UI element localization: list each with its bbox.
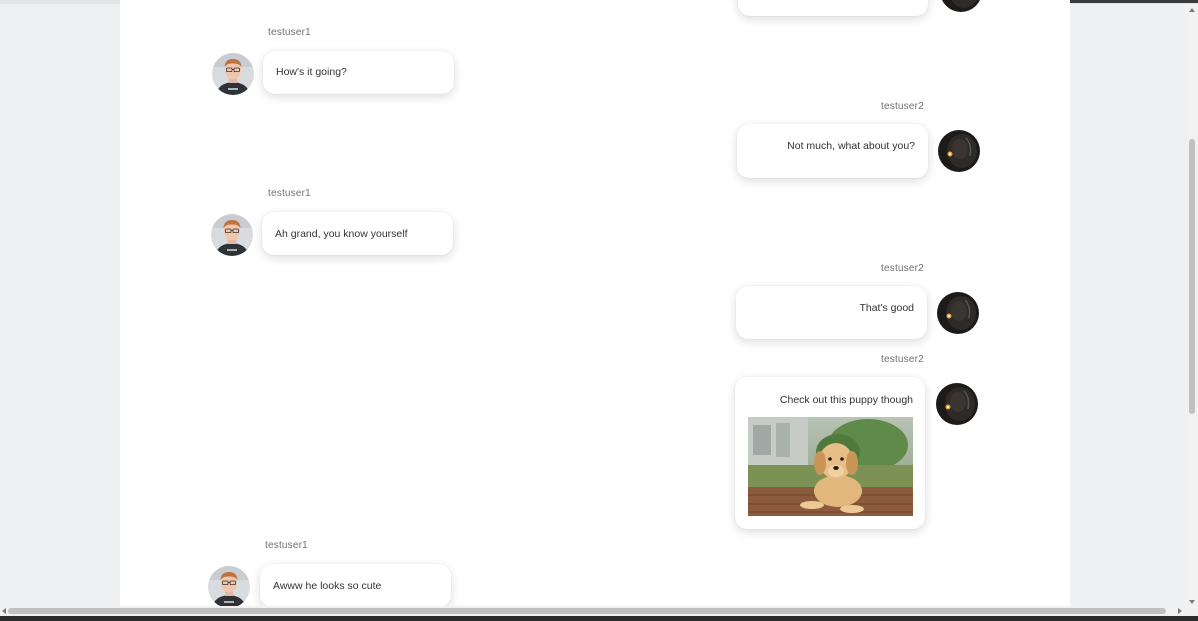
scroll-right-icon[interactable]	[1178, 608, 1182, 614]
message-bubble: Not much, what about you?	[737, 124, 928, 178]
message-bubble-with-image: Check out this puppy though	[735, 377, 925, 529]
message-text: How's it going?	[276, 66, 347, 78]
message-text: That's good	[859, 302, 914, 314]
message-username: testuser2	[881, 101, 924, 112]
horizontal-scrollbar[interactable]	[0, 606, 1186, 616]
message-text: Ah grand, you know yourself	[275, 228, 408, 240]
message-bubble: How's it going?	[263, 51, 454, 94]
message-username: testuser1	[268, 188, 311, 199]
user-avatar-icon	[211, 214, 253, 256]
puppy-photo[interactable]	[748, 417, 913, 516]
message-username: testuser1	[268, 27, 311, 38]
user-avatar-icon	[212, 53, 254, 95]
scroll-left-icon[interactable]	[2, 608, 6, 614]
user-avatar-icon	[208, 566, 250, 608]
vertical-scroll-thumb[interactable]	[1189, 139, 1195, 414]
message-username: testuser1	[265, 540, 308, 551]
message-bubble: Awww he looks so cute	[260, 564, 451, 607]
avatar-partial	[940, 0, 982, 12]
message-bubble: That's good	[736, 286, 927, 339]
message-bubble-partial	[738, 0, 928, 16]
message-text: Awww he looks so cute	[273, 580, 382, 592]
message-text: Not much, what about you?	[787, 140, 915, 152]
user-avatar-icon	[938, 130, 980, 172]
user-avatar-icon	[936, 383, 978, 425]
chat-panel: testuser1 How's it going? testuser2 Not …	[120, 0, 1070, 610]
scroll-down-icon[interactable]	[1189, 600, 1195, 604]
user-avatar-icon	[937, 292, 979, 334]
vertical-scrollbar[interactable]	[1186, 4, 1198, 609]
horizontal-scroll-thumb[interactable]	[8, 608, 1166, 614]
message-username: testuser2	[881, 354, 924, 365]
message-text: Check out this puppy though	[779, 394, 913, 406]
scroll-up-icon[interactable]	[1189, 8, 1195, 12]
message-bubble: Ah grand, you know yourself	[262, 212, 453, 255]
message-username: testuser2	[881, 263, 924, 274]
taskbar	[0, 616, 1198, 621]
